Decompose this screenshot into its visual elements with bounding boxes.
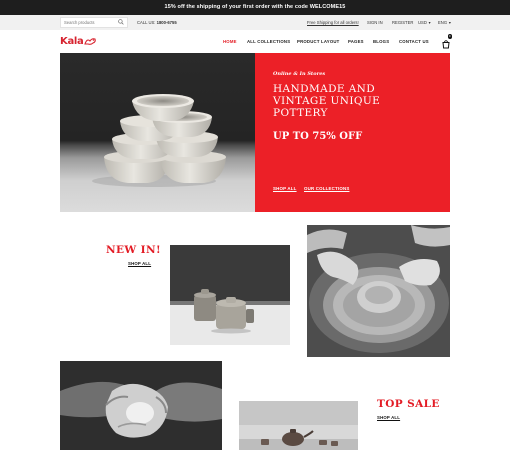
- hero-offer: UP TO 75% OFF: [273, 131, 363, 142]
- language-selector[interactable]: ENG▼: [438, 20, 452, 25]
- logo[interactable]: Kala: [60, 35, 97, 48]
- search-icon[interactable]: [118, 19, 124, 25]
- top-sale-title: TOP SALE: [377, 398, 440, 410]
- hero-banner: Online & In Stores HANDMADE AND VINTAGE …: [60, 53, 450, 212]
- hero-eyebrow: Online & In Stores: [273, 71, 326, 77]
- nav-blogs[interactable]: BLOGS: [373, 39, 389, 44]
- nav-all-collections[interactable]: ALL COLLECTIONS: [247, 39, 290, 44]
- new-in-shop-all-link[interactable]: SHOP ALL: [128, 261, 151, 266]
- call-us: CALL US: 1800-6755: [137, 20, 177, 25]
- utility-bar: CALL US: 1800-6755 Free Shipping for all…: [0, 15, 510, 30]
- nav-home[interactable]: HOME: [223, 39, 237, 44]
- top-sale-shop-all-link[interactable]: SHOP ALL: [377, 415, 400, 420]
- pottery-wheel-image[interactable]: [307, 225, 450, 357]
- chevron-down-icon: ▼: [427, 21, 432, 25]
- register-link[interactable]: REGISTER: [392, 20, 413, 25]
- logo-mark-icon: [84, 38, 97, 45]
- new-in-title: NEW IN!: [106, 244, 161, 256]
- hero-shop-all-link[interactable]: SHOP ALL: [273, 186, 297, 191]
- nav-contact-us[interactable]: CONTACT US: [399, 39, 429, 44]
- call-us-number[interactable]: 1800-6755: [157, 20, 177, 25]
- nav-product-layout[interactable]: PRODUCT LAYOUT: [297, 39, 340, 44]
- cart-count-badge: 0: [447, 34, 452, 39]
- sign-in-link[interactable]: SIGN IN: [367, 20, 383, 25]
- cart-button[interactable]: 0: [441, 34, 452, 49]
- hero-promo-panel: Online & In Stores HANDMADE AND VINTAGE …: [255, 53, 450, 212]
- nav-pages[interactable]: PAGES: [348, 39, 364, 44]
- logo-text: Kala: [60, 36, 84, 47]
- hero-our-collections-link[interactable]: OUR COLLECTIONS: [304, 186, 349, 191]
- shipping-notice[interactable]: Free Shipping for all orders!: [307, 20, 359, 25]
- hero-image-stacked-bowls: [60, 53, 255, 212]
- cart-icon: [442, 40, 450, 49]
- currency-selector[interactable]: USD▼: [418, 20, 431, 25]
- chevron-down-icon: ▼: [448, 21, 452, 25]
- search-box[interactable]: [60, 17, 128, 28]
- hero-title: HANDMADE AND VINTAGE UNIQUE POTTERY: [273, 83, 381, 119]
- currency-value: USD: [418, 20, 427, 25]
- search-input[interactable]: [61, 18, 115, 27]
- clay-hands-image[interactable]: [60, 361, 222, 450]
- announcement-bar: 15% off the shipping of your first order…: [0, 0, 510, 15]
- top-sale-image-teapot[interactable]: [239, 401, 358, 450]
- new-in-image-jars[interactable]: [170, 245, 290, 345]
- call-us-label: CALL US:: [137, 20, 156, 25]
- main-header: Kala HOME ALL COLLECTIONS PRODUCT LAYOUT…: [0, 30, 510, 52]
- language-value: ENG: [438, 20, 448, 25]
